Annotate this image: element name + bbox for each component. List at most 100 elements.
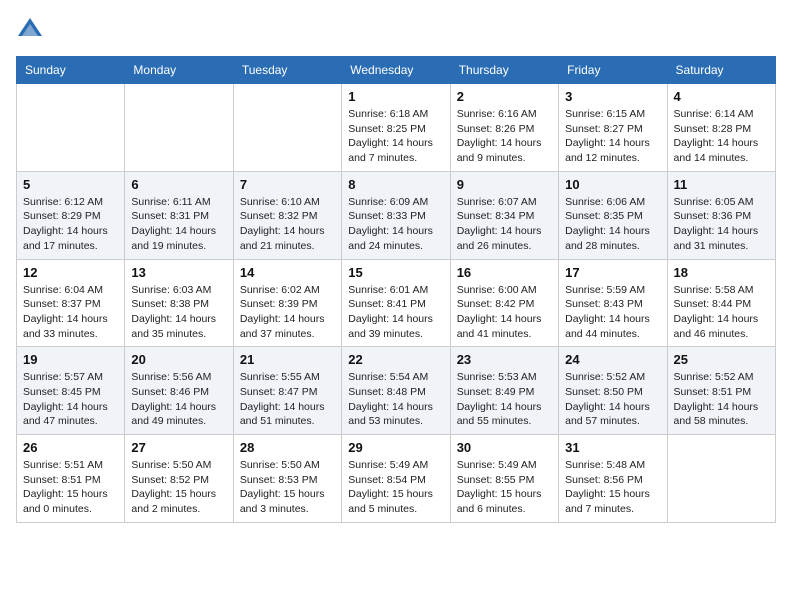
day-number: 17 — [565, 265, 660, 280]
calendar-week-row: 12 Sunrise: 6:04 AM Sunset: 8:37 PM Dayli… — [17, 259, 776, 347]
day-number: 19 — [23, 352, 118, 367]
day-info: Sunrise: 5:54 AM Sunset: 8:48 PM Dayligh… — [348, 370, 443, 429]
day-number: 22 — [348, 352, 443, 367]
day-info: Sunrise: 5:50 AM Sunset: 8:53 PM Dayligh… — [240, 458, 335, 517]
day-info: Sunrise: 5:58 AM Sunset: 8:44 PM Dayligh… — [674, 283, 769, 342]
logo-icon — [16, 16, 44, 44]
day-info: Sunrise: 5:50 AM Sunset: 8:52 PM Dayligh… — [131, 458, 226, 517]
calendar-cell: 13 Sunrise: 6:03 AM Sunset: 8:38 PM Dayli… — [125, 259, 233, 347]
day-info: Sunrise: 6:14 AM Sunset: 8:28 PM Dayligh… — [674, 107, 769, 166]
calendar-cell: 16Sunrise: 6:00 AM Sunset: 8:42 PM Dayli… — [450, 259, 558, 347]
day-number: 15 — [348, 265, 443, 280]
day-info: Sunrise: 6:04 AM Sunset: 8:37 PM Dayligh… — [23, 283, 118, 342]
calendar-cell: 29Sunrise: 5:49 AM Sunset: 8:54 PM Dayli… — [342, 435, 450, 523]
day-info: Sunrise: 6:12 AM Sunset: 8:29 PM Dayligh… — [23, 195, 118, 254]
day-info: Sunrise: 5:59 AM Sunset: 8:43 PM Dayligh… — [565, 283, 660, 342]
day-number: 10 — [565, 177, 660, 192]
calendar-cell: 1 Sunrise: 6:18 AM Sunset: 8:25 PM Daylig… — [342, 84, 450, 172]
calendar-cell: 28Sunrise: 5:50 AM Sunset: 8:53 PM Dayli… — [233, 435, 341, 523]
day-info: Sunrise: 6:02 AM Sunset: 8:39 PM Dayligh… — [240, 283, 335, 342]
day-number: 26 — [23, 440, 118, 455]
day-number: 12 — [23, 265, 118, 280]
calendar-cell: 21 Sunrise: 5:55 AM Sunset: 8:47 PM Dayli… — [233, 347, 341, 435]
weekday-header-wednesday: Wednesday — [342, 57, 450, 84]
weekday-header-friday: Friday — [559, 57, 667, 84]
calendar-cell: 2 Sunrise: 6:16 AM Sunset: 8:26 PM Daylig… — [450, 84, 558, 172]
day-number: 29 — [348, 440, 443, 455]
day-info: Sunrise: 5:52 AM Sunset: 8:51 PM Dayligh… — [674, 370, 769, 429]
day-info: Sunrise: 5:48 AM Sunset: 8:56 PM Dayligh… — [565, 458, 660, 517]
calendar-cell: 24 Sunrise: 5:52 AM Sunset: 8:50 PM Dayli… — [559, 347, 667, 435]
calendar-table: SundayMondayTuesdayWednesdayThursdayFrid… — [16, 56, 776, 523]
day-number: 31 — [565, 440, 660, 455]
calendar-cell: 18 Sunrise: 5:58 AM Sunset: 8:44 PM Dayli… — [667, 259, 775, 347]
day-number: 3 — [565, 89, 660, 104]
day-info: Sunrise: 6:16 AM Sunset: 8:26 PM Dayligh… — [457, 107, 552, 166]
day-info: Sunrise: 6:15 AM Sunset: 8:27 PM Dayligh… — [565, 107, 660, 166]
day-info: Sunrise: 6:09 AM Sunset: 8:33 PM Dayligh… — [348, 195, 443, 254]
day-number: 11 — [674, 177, 769, 192]
day-info: Sunrise: 5:51 AM Sunset: 8:51 PM Dayligh… — [23, 458, 118, 517]
day-info: Sunrise: 6:18 AM Sunset: 8:25 PM Dayligh… — [348, 107, 443, 166]
day-number: 30 — [457, 440, 552, 455]
calendar-cell: 20 Sunrise: 5:56 AM Sunset: 8:46 PM Dayli… — [125, 347, 233, 435]
calendar-cell: 6 Sunrise: 6:11 AM Sunset: 8:31 PM Daylig… — [125, 171, 233, 259]
calendar-cell: 22 Sunrise: 5:54 AM Sunset: 8:48 PM Dayli… — [342, 347, 450, 435]
day-info: Sunrise: 5:56 AM Sunset: 8:46 PM Dayligh… — [131, 370, 226, 429]
day-number: 25 — [674, 352, 769, 367]
day-info: Sunrise: 6:03 AM Sunset: 8:38 PM Dayligh… — [131, 283, 226, 342]
day-number: 13 — [131, 265, 226, 280]
calendar-cell — [125, 84, 233, 172]
day-number: 21 — [240, 352, 335, 367]
day-number: 4 — [674, 89, 769, 104]
weekday-header-tuesday: Tuesday — [233, 57, 341, 84]
calendar-week-row: 1 Sunrise: 6:18 AM Sunset: 8:25 PM Daylig… — [17, 84, 776, 172]
day-number: 6 — [131, 177, 226, 192]
calendar-cell: 7 Sunrise: 6:10 AM Sunset: 8:32 PM Daylig… — [233, 171, 341, 259]
day-number: 7 — [240, 177, 335, 192]
day-info: Sunrise: 6:10 AM Sunset: 8:32 PM Dayligh… — [240, 195, 335, 254]
calendar-cell: 10 Sunrise: 6:06 AM Sunset: 8:35 PM Dayli… — [559, 171, 667, 259]
calendar-cell: 19 Sunrise: 5:57 AM Sunset: 8:45 PM Dayli… — [17, 347, 125, 435]
weekday-header-saturday: Saturday — [667, 57, 775, 84]
day-number: 14 — [240, 265, 335, 280]
day-number: 27 — [131, 440, 226, 455]
day-info: Sunrise: 5:52 AM Sunset: 8:50 PM Dayligh… — [565, 370, 660, 429]
page-header — [16, 16, 776, 44]
day-number: 2 — [457, 89, 552, 104]
calendar-cell: 4 Sunrise: 6:14 AM Sunset: 8:28 PM Daylig… — [667, 84, 775, 172]
day-info: Sunrise: 6:05 AM Sunset: 8:36 PM Dayligh… — [674, 195, 769, 254]
day-info: Sunrise: 6:06 AM Sunset: 8:35 PM Dayligh… — [565, 195, 660, 254]
calendar-cell: 26 Sunrise: 5:51 AM Sunset: 8:51 PM Dayli… — [17, 435, 125, 523]
calendar-cell: 31 Sunrise: 5:48 AM Sunset: 8:56 PM Dayli… — [559, 435, 667, 523]
weekday-header-thursday: Thursday — [450, 57, 558, 84]
day-number: 20 — [131, 352, 226, 367]
calendar-cell: 27 Sunrise: 5:50 AM Sunset: 8:52 PM Dayli… — [125, 435, 233, 523]
calendar-cell: 15Sunrise: 6:01 AM Sunset: 8:41 PM Dayli… — [342, 259, 450, 347]
logo — [16, 16, 48, 44]
calendar-week-row: 26 Sunrise: 5:51 AM Sunset: 8:51 PM Dayli… — [17, 435, 776, 523]
day-info: Sunrise: 6:07 AM Sunset: 8:34 PM Dayligh… — [457, 195, 552, 254]
calendar-cell — [17, 84, 125, 172]
day-info: Sunrise: 6:00 AM Sunset: 8:42 PM Dayligh… — [457, 283, 552, 342]
day-info: Sunrise: 5:57 AM Sunset: 8:45 PM Dayligh… — [23, 370, 118, 429]
day-number: 8 — [348, 177, 443, 192]
day-info: Sunrise: 6:11 AM Sunset: 8:31 PM Dayligh… — [131, 195, 226, 254]
calendar-cell: 8 Sunrise: 6:09 AM Sunset: 8:33 PM Daylig… — [342, 171, 450, 259]
calendar-cell: 3 Sunrise: 6:15 AM Sunset: 8:27 PM Daylig… — [559, 84, 667, 172]
calendar-cell: 9Sunrise: 6:07 AM Sunset: 8:34 PM Daylig… — [450, 171, 558, 259]
day-number: 18 — [674, 265, 769, 280]
day-number: 24 — [565, 352, 660, 367]
calendar-week-row: 19 Sunrise: 5:57 AM Sunset: 8:45 PM Dayli… — [17, 347, 776, 435]
calendar-cell: 11 Sunrise: 6:05 AM Sunset: 8:36 PM Dayli… — [667, 171, 775, 259]
calendar-cell — [233, 84, 341, 172]
calendar-cell: 5Sunrise: 6:12 AM Sunset: 8:29 PM Daylig… — [17, 171, 125, 259]
calendar-cell: 23Sunrise: 5:53 AM Sunset: 8:49 PM Dayli… — [450, 347, 558, 435]
calendar-cell: 25 Sunrise: 5:52 AM Sunset: 8:51 PM Dayli… — [667, 347, 775, 435]
calendar-header-row: SundayMondayTuesdayWednesdayThursdayFrid… — [17, 57, 776, 84]
day-info: Sunrise: 5:49 AM Sunset: 8:55 PM Dayligh… — [457, 458, 552, 517]
day-number: 1 — [348, 89, 443, 104]
day-info: Sunrise: 5:55 AM Sunset: 8:47 PM Dayligh… — [240, 370, 335, 429]
day-number: 23 — [457, 352, 552, 367]
calendar-cell — [667, 435, 775, 523]
